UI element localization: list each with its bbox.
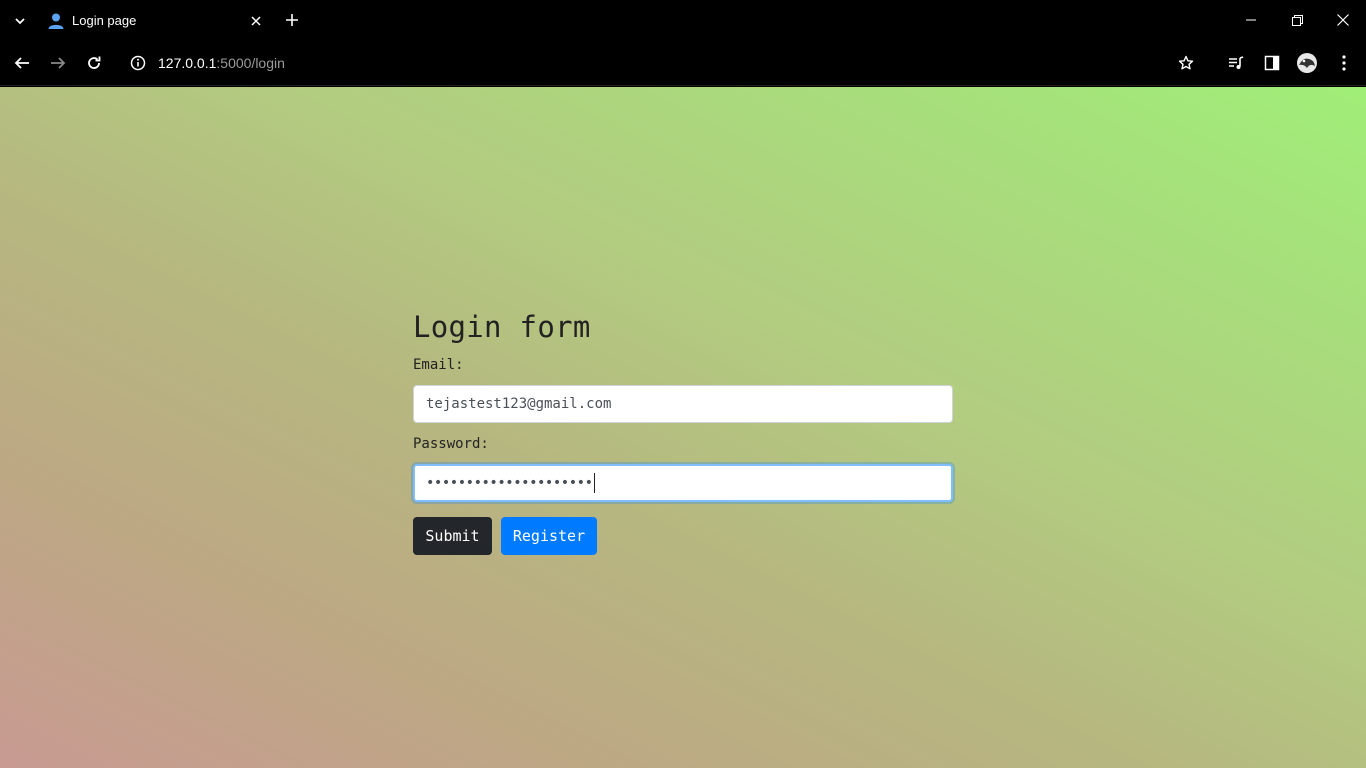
tab-bar: Login page (0, 0, 1366, 41)
site-info-button[interactable] (126, 51, 150, 75)
email-field[interactable]: tejastest123@gmail.com (413, 384, 953, 423)
url-text: 127.0.0.1:5000/login (158, 55, 285, 71)
close-window-button[interactable] (1320, 6, 1366, 34)
reload-button[interactable] (82, 51, 106, 75)
side-panel-button[interactable] (1260, 51, 1284, 75)
playlist-music-icon (1229, 56, 1244, 69)
bookmark-button[interactable] (1174, 51, 1198, 75)
more-vertical-icon (1342, 55, 1346, 71)
tab-title: Login page (72, 13, 137, 28)
chevron-down-icon (15, 18, 25, 25)
password-field[interactable]: ••••••••••••••••••••• (413, 463, 953, 502)
tab-search-button[interactable] (8, 9, 32, 33)
register-button[interactable]: Register (501, 516, 597, 555)
profile-button[interactable] (1295, 51, 1319, 75)
password-label: Password: (413, 435, 489, 452)
back-button[interactable] (10, 51, 34, 75)
star-icon (1178, 55, 1194, 70)
page-viewport: Login form Email: tejastest123@gmail.com… (0, 87, 1366, 768)
address-bar[interactable]: 127.0.0.1:5000/login (122, 46, 1202, 80)
menu-button[interactable] (1332, 51, 1356, 75)
browser-toolbar: 127.0.0.1:5000/login (0, 41, 1366, 86)
tab-login-page[interactable]: Login page (36, 4, 272, 38)
arrow-right-icon (51, 57, 66, 69)
arrow-left-icon (14, 57, 29, 69)
submit-button[interactable]: Submit (413, 516, 492, 555)
minimize-button[interactable] (1228, 6, 1274, 34)
url-host: 127.0.0.1 (158, 55, 217, 71)
text-caret (593, 472, 595, 493)
password-masked-value: ••••••••••••••••••••• (426, 474, 593, 491)
info-icon (130, 55, 146, 71)
restore-button[interactable] (1274, 6, 1320, 34)
login-form: Login form Email: tejastest123@gmail.com… (413, 310, 953, 555)
plus-icon (286, 14, 298, 26)
tab-close-button[interactable] (246, 11, 266, 31)
reload-icon (88, 56, 101, 69)
page-title: Login form (413, 310, 591, 344)
media-controls-button[interactable] (1224, 51, 1248, 75)
avatar (1297, 53, 1317, 73)
side-panel-icon (1264, 55, 1280, 71)
restore-icon (1291, 14, 1303, 26)
minimize-icon (1246, 19, 1256, 21)
form-actions: Submit Register (413, 516, 953, 555)
url-path: :5000/login (216, 55, 285, 71)
close-icon (251, 16, 261, 26)
email-label: Email: (413, 356, 464, 373)
close-icon (1337, 14, 1349, 26)
user-icon (48, 13, 64, 29)
forward-button[interactable] (46, 51, 70, 75)
new-tab-button[interactable] (281, 9, 303, 31)
